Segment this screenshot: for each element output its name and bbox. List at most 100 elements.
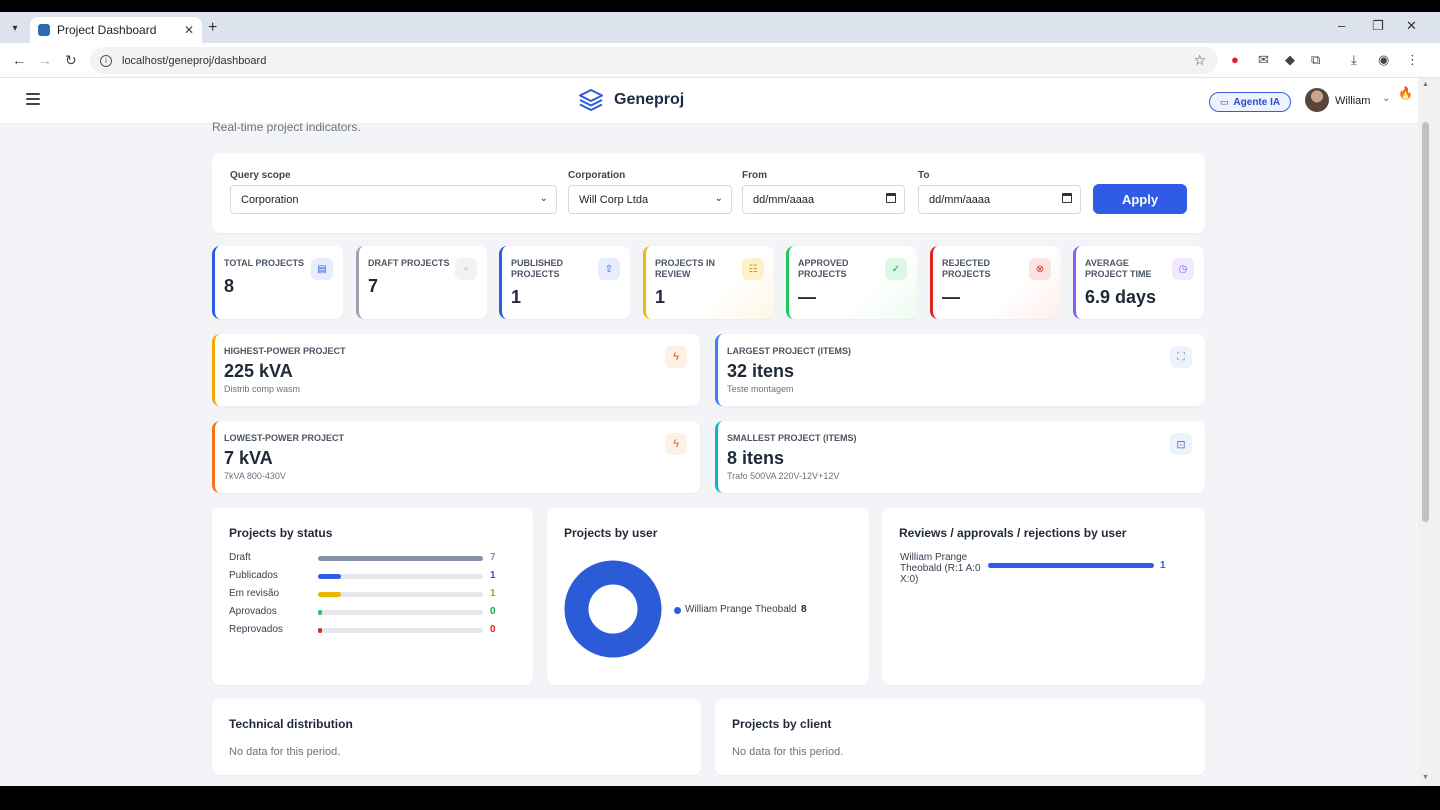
x-circle-icon: ⊗ <box>1029 258 1051 280</box>
list-icon: ☷ <box>742 258 764 280</box>
minimize-icon[interactable]: – <box>1338 18 1345 33</box>
download-icon[interactable]: ⤓ <box>1351 52 1357 68</box>
stat-value: — <box>798 287 816 307</box>
chevron-down-icon: ⌄ <box>714 193 723 204</box>
upload-icon: ⇧ <box>598 258 620 280</box>
close-window-icon[interactable]: ✕ <box>1406 18 1417 34</box>
to-label: To <box>918 170 930 181</box>
status-count: 1 <box>490 570 496 581</box>
status-bar[interactable] <box>318 592 341 597</box>
panel-title: Projects by client <box>732 717 832 731</box>
agent-ia-button[interactable]: ▭ Agente IA <box>1209 92 1291 112</box>
shield-extension-icon[interactable]: ◆ <box>1285 52 1295 68</box>
restore-icon[interactable]: ❐ <box>1372 18 1384 34</box>
opera-extension-icon[interactable]: ● <box>1231 52 1239 67</box>
bolt-icon: ϟ <box>665 433 687 455</box>
card-value: 8 itens <box>727 448 785 468</box>
status-bar[interactable] <box>318 556 483 561</box>
bolt-icon: ϟ <box>665 346 687 368</box>
scroll-up-icon[interactable]: ▲ <box>1422 81 1429 88</box>
stat-approved-projects: APPROVED PROJECTS — ✓ <box>786 246 917 319</box>
stat-total-projects: TOTAL PROJECTS 8 ▤ <box>212 246 343 319</box>
extensions-icon[interactable]: ⧉ <box>1311 52 1320 68</box>
scope-label: Query scope <box>230 170 291 181</box>
calendar-icon[interactable] <box>886 193 896 203</box>
bookmark-star-icon[interactable]: ☆ <box>1193 52 1206 69</box>
donut-slice[interactable] <box>564 560 662 658</box>
card-label: SMALLEST PROJECT (ITEMS) <box>727 433 857 443</box>
scroll-thumb[interactable] <box>1422 122 1429 522</box>
flame-icon[interactable]: 🔥 <box>1398 86 1413 100</box>
tab-close-icon[interactable]: ✕ <box>184 23 194 37</box>
browser-toolbar: ← → ↻ i localhost/geneproj/dashboard ☆ ●… <box>0 43 1440 78</box>
panel-title: Projects by status <box>229 526 333 540</box>
corporation-value: Will Corp Ltda <box>579 193 649 206</box>
tab-search-icon[interactable]: ▾ <box>6 19 24 37</box>
address-bar[interactable]: i localhost/geneproj/dashboard ☆ <box>90 47 1218 74</box>
status-panel: Projects by status Draft 7 Publicados 1 Em r… <box>212 508 533 685</box>
empty-message: No data for this period. <box>732 746 844 758</box>
card-label: HIGHEST-POWER PROJECT <box>224 346 346 356</box>
card-value: 7 kVA <box>224 448 273 468</box>
to-date-input[interactable]: dd/mm/aaaa <box>918 185 1081 214</box>
profile-icon[interactable]: ◉ <box>1378 52 1389 68</box>
browser-tab[interactable]: Project Dashboard ✕ <box>30 17 202 43</box>
status-bar[interactable] <box>318 574 341 579</box>
scope-select[interactable]: Corporation ⌄ <box>230 185 557 214</box>
url-text: localhost/geneproj/dashboard <box>122 54 267 67</box>
from-date-input[interactable]: dd/mm/aaaa <box>742 185 905 214</box>
status-count: 1 <box>490 588 496 599</box>
avatar[interactable] <box>1305 88 1329 112</box>
highest-power-card: HIGHEST-POWER PROJECT 225 kVA Distrib co… <box>212 334 700 406</box>
status-track <box>318 574 483 579</box>
browser-menu-icon[interactable]: ⋮ <box>1406 52 1419 68</box>
clock-icon: ◷ <box>1172 258 1194 280</box>
status-label: Em revisão <box>229 588 280 599</box>
stat-projects-in-review: PROJECTS IN REVIEW 1 ☷ <box>643 246 774 319</box>
stat-value: 1 <box>655 287 666 307</box>
status-track <box>318 610 483 615</box>
status-row: Em revisão 1 <box>229 588 499 602</box>
page-scrollbar[interactable]: ▲ ▼ <box>1418 78 1440 786</box>
stat-label: DRAFT PROJECTS <box>368 258 450 268</box>
mail-extension-icon[interactable]: ✉ <box>1258 52 1269 68</box>
stat-published-projects: PUBLISHED PROJECTS 1 ⇧ <box>499 246 630 319</box>
site-info-icon[interactable]: i <box>100 54 112 67</box>
review-value: 1 <box>1160 560 1166 571</box>
menu-icon[interactable] <box>26 93 40 105</box>
status-count: 7 <box>490 552 496 563</box>
status-row: Publicados 1 <box>229 570 499 584</box>
apply-button[interactable]: Apply <box>1093 184 1187 214</box>
stat-label: APPROVED PROJECTS <box>798 258 849 279</box>
back-icon[interactable]: ← <box>12 52 26 68</box>
layers-logo-icon <box>579 89 603 111</box>
user-panel: Projects by user William Prange Theobald… <box>547 508 869 685</box>
stat-average-time: AVERAGE PROJECT TIME 6.9 days ◷ <box>1073 246 1204 319</box>
card-sub: 7kVA 800-430V <box>224 471 286 481</box>
review-track <box>988 563 1154 568</box>
app-logo[interactable]: Geneproj <box>578 88 684 112</box>
forward-icon[interactable]: → <box>38 52 52 68</box>
status-row: Draft 7 <box>229 552 499 566</box>
legend-dot <box>674 607 681 614</box>
screen: ▾ Project Dashboard ✕ + – ❐ ✕ ← → ↻ i lo… <box>0 12 1440 786</box>
chevron-down-icon[interactable]: ⌄ <box>1382 93 1390 104</box>
stat-value: — <box>942 287 960 307</box>
card-sub: Trafo 500VA 220V-12V+12V <box>727 471 840 481</box>
status-track <box>318 556 483 561</box>
status-bar[interactable] <box>318 610 322 615</box>
new-tab-icon[interactable]: + <box>208 19 217 37</box>
stat-value: 8 <box>224 276 235 296</box>
card-label: LARGEST PROJECT (ITEMS) <box>727 346 852 356</box>
corporation-select[interactable]: Will Corp Ltda ⌄ <box>568 185 732 214</box>
calendar-icon[interactable] <box>1062 193 1072 203</box>
filters-card: Query scope Corporation ⌄ Corporation Wi… <box>212 153 1205 233</box>
draft-icon: ▫ <box>455 258 477 280</box>
status-bar[interactable] <box>318 628 322 633</box>
scroll-down-icon[interactable]: ▼ <box>1422 774 1429 781</box>
user-name[interactable]: William <box>1335 95 1370 107</box>
stat-label: PUBLISHED PROJECTS <box>511 258 564 279</box>
reload-icon[interactable]: ↻ <box>65 52 77 69</box>
review-bar[interactable] <box>988 563 1154 568</box>
stat-rejected-projects: REJECTED PROJECTS — ⊗ <box>930 246 1061 319</box>
